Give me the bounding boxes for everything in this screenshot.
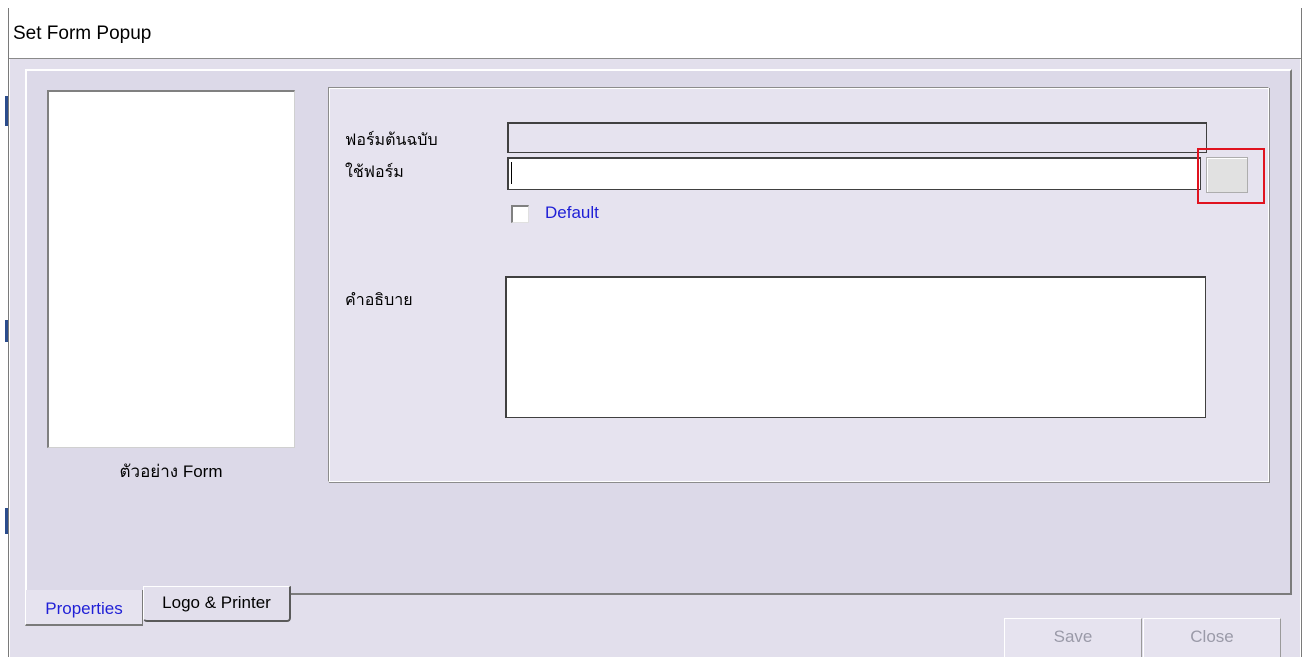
default-checkbox[interactable] xyxy=(511,205,529,223)
default-checkbox-label[interactable]: Default xyxy=(545,203,599,223)
form-preview-box xyxy=(47,90,295,448)
description-textarea[interactable] xyxy=(505,276,1206,418)
use-form-input[interactable] xyxy=(507,157,1201,190)
tab-properties[interactable]: Properties xyxy=(25,590,143,626)
save-button[interactable]: Save xyxy=(1004,618,1142,657)
use-form-label: ใช้ฟอร์ม xyxy=(345,164,404,181)
description-label: คำอธิบาย xyxy=(345,292,413,309)
original-form-label: ฟอร์มต้นฉบับ xyxy=(345,132,438,149)
original-form-field xyxy=(507,122,1207,153)
form-preview-label: ตัวอย่าง Form xyxy=(119,462,223,481)
text-caret xyxy=(511,162,512,184)
window-title: Set Form Popup xyxy=(13,23,152,44)
close-button[interactable]: Close xyxy=(1143,618,1281,657)
tab-logo-printer[interactable]: Logo & Printer xyxy=(143,586,291,622)
browse-form-button[interactable] xyxy=(1206,157,1248,193)
title-bar[interactable]: Set Form Popup xyxy=(9,8,1301,59)
